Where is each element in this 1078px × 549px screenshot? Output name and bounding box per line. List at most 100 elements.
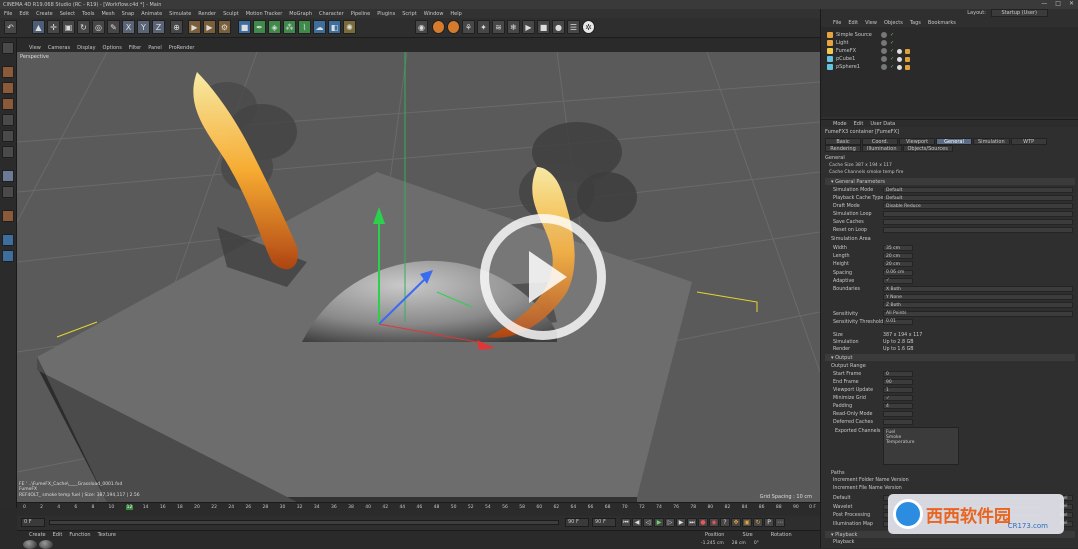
sim-field-8-field[interactable]: All Points <box>883 310 1073 317</box>
position-x-field[interactable]: -1.245 cm <box>701 541 724 546</box>
perspective-viewport[interactable]: Perspective FE ' ..\FumeFX_Cache\____Gra… <box>17 52 820 502</box>
menu-file[interactable]: File <box>4 11 12 17</box>
menu-render[interactable]: Render <box>198 11 216 17</box>
key-selection-icon[interactable]: ? <box>720 518 730 527</box>
rotation-h-field[interactable]: 0° <box>754 541 759 546</box>
menu-edit[interactable]: Edit <box>19 11 29 17</box>
camera-icon[interactable]: ◧ <box>328 20 341 34</box>
key-param-icon[interactable]: P <box>764 518 774 527</box>
cube-icon[interactable]: ■ <box>238 20 251 34</box>
lock-workplane-icon[interactable] <box>2 234 14 246</box>
texture-mode-icon[interactable] <box>2 82 14 94</box>
source-icon[interactable] <box>432 20 445 34</box>
pen-icon[interactable]: ✒ <box>253 20 266 34</box>
tweak-mode-icon[interactable] <box>2 186 14 198</box>
viewport-menu-prorender[interactable]: ProRender <box>169 45 195 51</box>
layout-selector[interactable]: Layout: Startup (User) <box>967 9 1048 17</box>
menu-simulate[interactable]: Simulate <box>169 11 191 17</box>
output-field-5-field[interactable] <box>883 411 913 417</box>
output-field-1-field[interactable]: 90 <box>883 379 913 385</box>
menu-snap[interactable]: Snap <box>122 11 135 17</box>
param-2-field[interactable]: Disable Reduce <box>883 203 1073 209</box>
menu-tools[interactable]: Tools <box>82 11 94 17</box>
sim-play-icon[interactable]: ▶ <box>522 20 535 34</box>
key-rotation-icon[interactable]: ↻ <box>753 518 763 527</box>
coordinate-system-icon[interactable]: ⊕ <box>170 20 183 34</box>
param-1-field[interactable]: Default <box>883 195 1073 201</box>
viewport-menu-view[interactable]: View <box>29 45 41 51</box>
sim-field-4-field[interactable]: ✓ <box>883 277 913 284</box>
z-axis-button[interactable]: Z <box>152 20 165 34</box>
enabled-check-icon[interactable]: ✓ <box>890 32 894 38</box>
material-menu-function[interactable]: Function <box>69 532 90 538</box>
key-pla-icon[interactable]: ⋯ <box>775 518 785 527</box>
tag-icon[interactable] <box>905 56 911 62</box>
key-position-icon[interactable]: ✥ <box>731 518 741 527</box>
sim-field-1-field[interactable]: 20 cm <box>883 253 913 260</box>
menu-help[interactable]: Help <box>450 11 461 17</box>
visibility-dots-icon[interactable] <box>881 56 887 62</box>
menu-character[interactable]: Character <box>319 11 344 17</box>
end-frame-field[interactable]: 90 F <box>565 518 589 527</box>
tab-wtp[interactable]: WTP <box>1010 138 1047 145</box>
wind-icon[interactable]: ≋ <box>492 20 505 34</box>
fumefx-icon[interactable]: ◉ <box>415 20 428 34</box>
tab-coord[interactable]: Coord. <box>862 138 898 145</box>
solo-icon[interactable] <box>2 250 14 262</box>
effector-icon[interactable]: ✦ <box>477 20 490 34</box>
record-icon[interactable]: ● <box>698 518 708 527</box>
tab-general[interactable]: General <box>936 138 972 145</box>
move-icon[interactable]: ✛ <box>47 20 60 34</box>
subdivision-icon[interactable]: ◈ <box>268 20 281 34</box>
material-menu-create[interactable]: Create <box>29 532 46 538</box>
render-settings-icon[interactable]: ⚙ <box>218 20 231 34</box>
object-menu-bookmarks[interactable]: Bookmarks <box>928 20 956 26</box>
axis-mode-icon[interactable] <box>2 170 14 182</box>
sim-field-2-field[interactable]: 20 cm <box>883 261 913 268</box>
x-axis-button[interactable]: X <box>122 20 135 34</box>
increment-file-row[interactable]: Increment File Name Version <box>833 486 902 491</box>
sim-field-7-field[interactable]: Z Both <box>883 302 1073 309</box>
tag-icon[interactable] <box>897 56 903 62</box>
menu-plugins[interactable]: Plugins <box>377 11 395 17</box>
object-menu-tags[interactable]: Tags <box>910 20 921 26</box>
menu-motion-tracker[interactable]: Motion Tracker <box>246 11 283 17</box>
param-3-field[interactable] <box>883 211 1073 217</box>
tag-icon[interactable] <box>905 48 911 54</box>
array-icon[interactable]: ⁂ <box>283 20 296 34</box>
viewport-menu-display[interactable]: Display <box>77 45 95 51</box>
prev-key-icon[interactable]: ◀ <box>632 518 642 527</box>
viewport-menu-options[interactable]: Options <box>103 45 122 51</box>
visibility-dots-icon[interactable] <box>881 64 887 70</box>
select-tool-icon[interactable]: ▲ <box>32 20 45 34</box>
preview-end-field[interactable]: 90 F <box>592 518 616 527</box>
live-select-icon[interactable]: ✎ <box>107 20 120 34</box>
object-row[interactable]: Light ✓ <box>827 39 894 47</box>
rotate-icon[interactable]: ↻ <box>77 20 90 34</box>
undo-icon[interactable]: ↶ <box>4 20 17 34</box>
workplane-icon[interactable] <box>2 98 14 110</box>
section-output[interactable]: ▾ Output <box>825 354 1075 361</box>
make-editable-icon[interactable] <box>2 42 14 54</box>
start-frame-field[interactable]: 0 F <box>21 518 45 527</box>
menu-pipeline[interactable]: Pipeline <box>351 11 371 17</box>
environment-icon[interactable]: ☁ <box>313 20 326 34</box>
key-scale-icon[interactable]: ▣ <box>742 518 752 527</box>
go-to-end-icon[interactable]: ⏭ <box>687 518 697 527</box>
section-general-parameters[interactable]: ▾ General Parameters <box>825 178 1075 185</box>
fumefx-source-icon[interactable] <box>447 20 460 34</box>
auto-key-icon[interactable]: ◉ <box>709 518 719 527</box>
menu-create[interactable]: Create <box>36 11 53 17</box>
timeline-ruler[interactable]: 0 2 4 6 8 10 12 14 16 18 20 22 24 26 28 30 32 34 36 38 40 42 4… <box>17 502 820 516</box>
param-5-field[interactable] <box>883 227 1073 233</box>
tab-simulation[interactable]: Simulation <box>973 138 1010 145</box>
tag-icon[interactable] <box>905 64 911 70</box>
menu-mograph[interactable]: MoGraph <box>289 11 312 17</box>
render-picture-viewer-icon[interactable]: ▶ <box>203 20 216 34</box>
edges-mode-icon[interactable] <box>2 130 14 142</box>
collision-icon[interactable]: ⚘ <box>462 20 475 34</box>
sim-run-icon[interactable]: ❄ <box>507 20 520 34</box>
menu-select[interactable]: Select <box>60 11 75 17</box>
sim-field-0-field[interactable]: 35 cm <box>883 245 913 251</box>
tab-viewport[interactable]: Viewport <box>899 138 935 145</box>
